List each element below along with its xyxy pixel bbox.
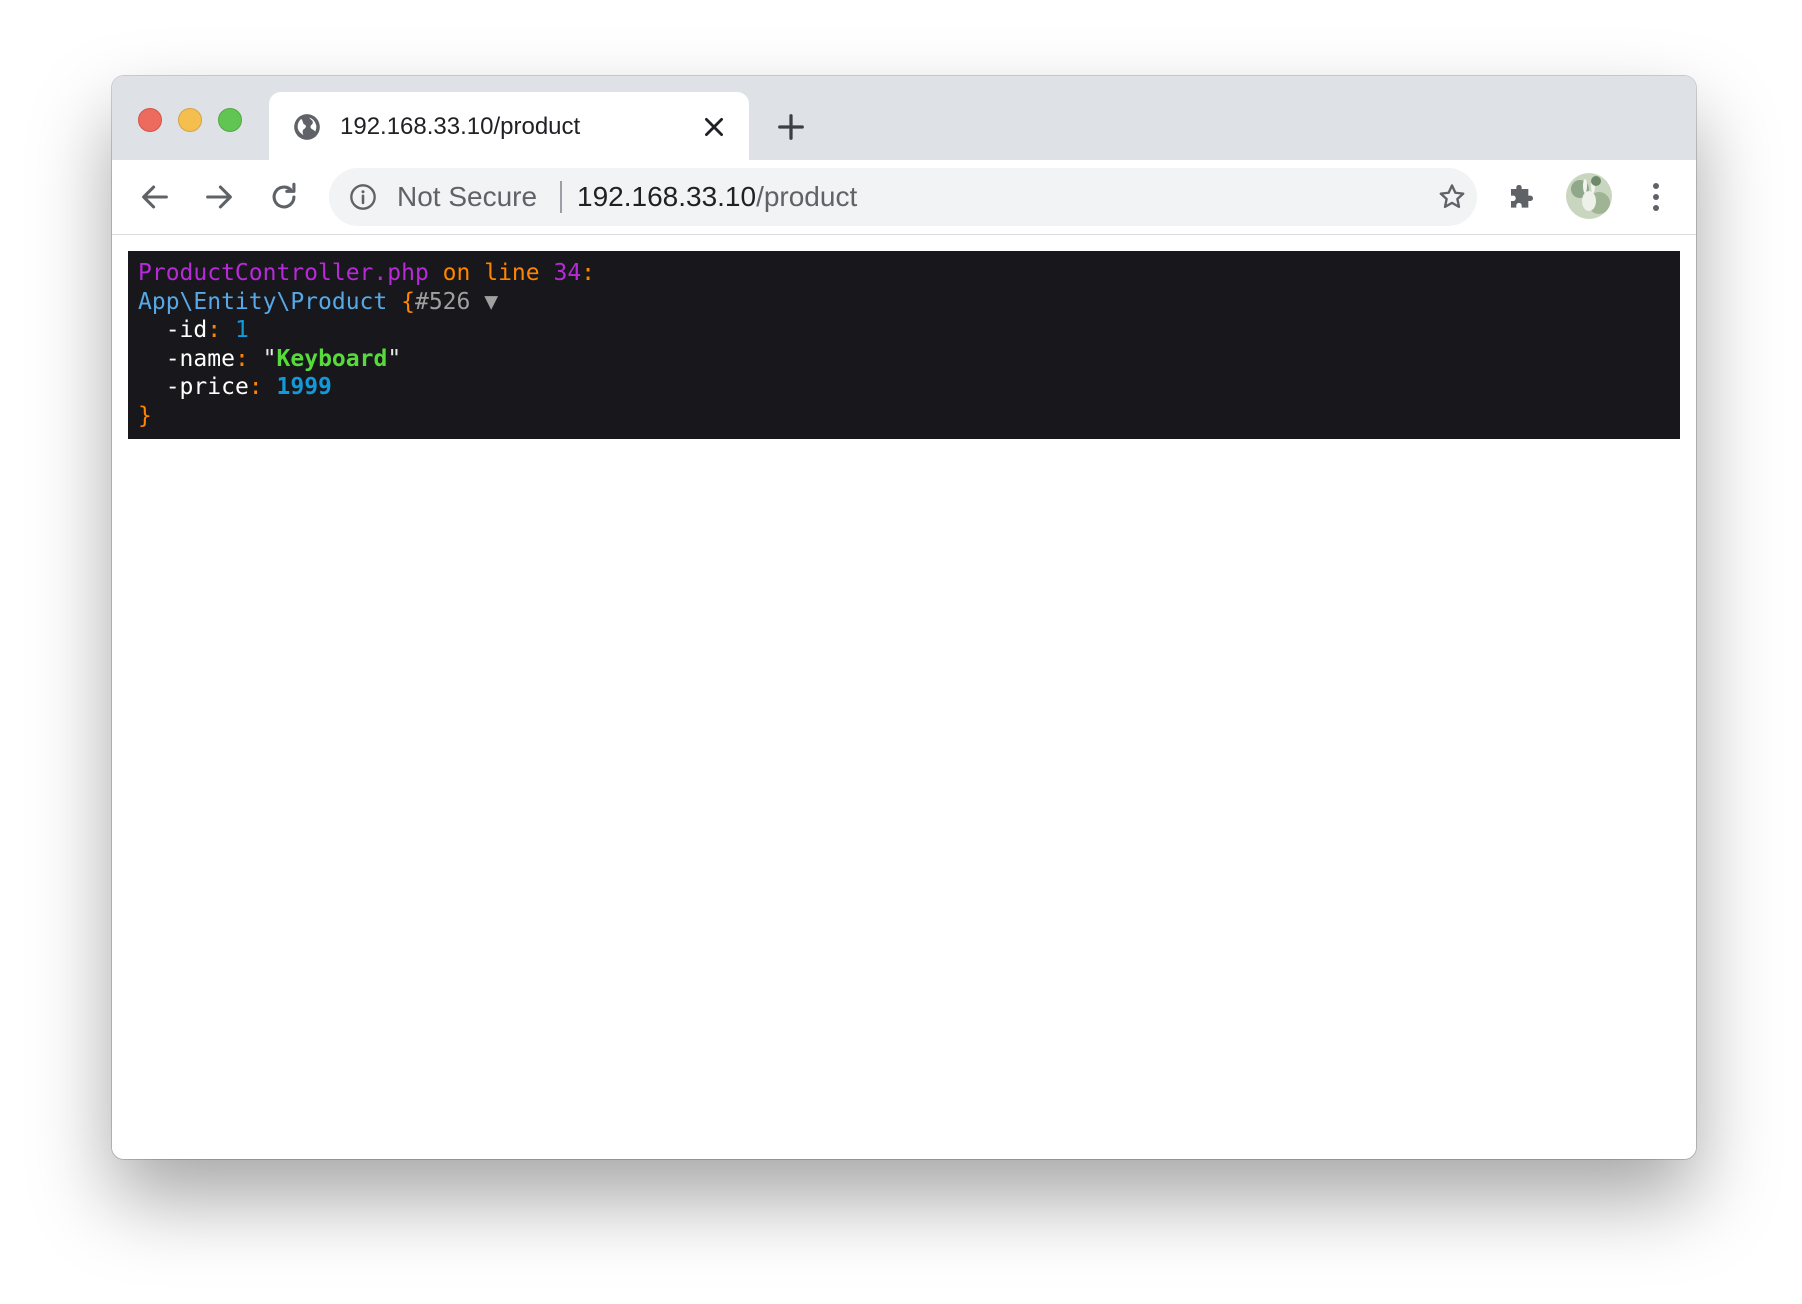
dump-colon: : [581,260,596,286]
tab-active[interactable]: 192.168.33.10/product [269,92,749,160]
url-text[interactable]: 192.168.33.10/product [577,181,857,213]
dump-quote: " [387,345,402,372]
dump-open-brace: { [401,288,415,315]
url-path: /product [756,181,858,212]
url-host: 192.168.33.10 [577,181,757,212]
puzzle-icon[interactable] [1507,181,1539,213]
maximize-window-button[interactable] [218,108,242,132]
address-bar[interactable]: Not Secure 192.168.33.10/product [329,168,1477,226]
dump-object-id: #526 [414,288,471,315]
dump-line-label: line [484,260,540,286]
dump-prop-value: 1 [234,317,249,343]
info-icon[interactable] [349,183,377,211]
dump-prop-name: -name [165,345,235,372]
minimize-window-button[interactable] [178,108,202,132]
dump-on: on [442,260,471,286]
dump-prop-sep: : [234,345,249,372]
globe-icon [294,114,320,140]
dump-prop-value: 1999 [276,374,332,400]
arrow-left-icon[interactable] [138,180,172,214]
browser-window: 192.168.33.10/product Not Secure 192.168… [112,76,1696,1159]
star-icon[interactable] [1437,182,1467,212]
tab-strip: 192.168.33.10/product [112,76,1696,160]
dump-class-name: App\Entity\Product [138,288,388,315]
dump-prop-sep: : [248,374,263,400]
kebab-menu-icon[interactable] [1650,180,1662,214]
security-label[interactable]: Not Secure [397,181,537,213]
dump-prop-value: Keyboard [276,345,388,372]
dump-prop-name: -id [165,317,208,343]
dump-file[interactable]: ProductController.php [138,260,429,286]
arrow-right-icon[interactable] [202,180,236,214]
close-window-button[interactable] [138,108,162,132]
dump-prop-name: -price [165,374,249,400]
dump-close-brace: } [138,402,152,429]
url-divider [560,181,562,213]
plus-icon[interactable] [776,112,806,142]
page-content: ProductController.php on line 34: App\En… [112,235,1696,1159]
toolbar: Not Secure 192.168.33.10/product [112,160,1696,235]
dump-toggle-arrow[interactable]: ▼ [484,289,498,315]
var-dump-output: ProductController.php on line 34: App\En… [128,251,1680,439]
reload-icon[interactable] [267,180,301,214]
dump-prop-sep: : [207,317,222,343]
close-tab-icon[interactable] [701,114,727,140]
tab-title: 192.168.33.10/product [340,113,581,140]
dump-quote: " [262,345,277,372]
profile-avatar[interactable] [1566,173,1612,219]
dump-line-number: 34 [553,260,582,286]
